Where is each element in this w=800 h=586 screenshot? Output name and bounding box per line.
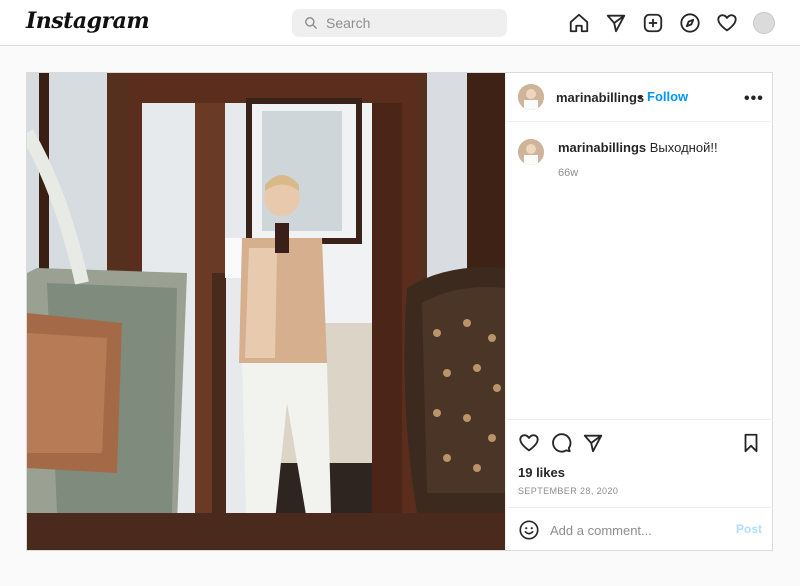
comment-bar: Post — [506, 507, 773, 550]
follow-button[interactable]: Follow — [647, 89, 688, 104]
caption-age: 66w — [558, 167, 579, 179]
profile-avatar-button[interactable] — [751, 10, 777, 36]
post-photo[interactable] — [27, 73, 505, 550]
comment-icon[interactable] — [550, 432, 572, 454]
direct-icon[interactable] — [603, 10, 629, 36]
instagram-logo[interactable]: Instagram — [26, 8, 150, 34]
bookmark-icon[interactable] — [740, 432, 762, 454]
user-avatar[interactable] — [518, 84, 544, 110]
share-icon[interactable] — [582, 432, 604, 454]
like-icon[interactable] — [518, 432, 540, 454]
explore-icon[interactable] — [677, 10, 703, 36]
search-box[interactable] — [292, 9, 507, 37]
caption-text: Выходной!! — [649, 140, 718, 155]
likes-count[interactable]: 19 likes — [518, 465, 565, 480]
home-icon[interactable] — [566, 10, 592, 36]
post-card: marinabillings • Follow ••• marinabillin… — [26, 72, 773, 551]
action-bar — [506, 419, 773, 459]
new-post-icon[interactable] — [640, 10, 666, 36]
post-header: marinabillings • Follow ••• — [506, 73, 773, 122]
comment-input[interactable] — [550, 520, 720, 540]
separator-dot: • — [638, 90, 643, 105]
post-caption: marinabillings Выходной!! — [558, 139, 763, 157]
post-comment-button[interactable]: Post — [736, 522, 762, 536]
search-icon — [305, 17, 317, 29]
search-input[interactable] — [326, 9, 501, 37]
top-nav: Instagram — [0, 0, 800, 46]
post-date[interactable]: SEPTEMBER 28, 2020 — [518, 486, 618, 496]
post-username[interactable]: marinabillings — [556, 90, 644, 105]
emoji-icon[interactable] — [518, 519, 540, 541]
mirror-selfie-image — [27, 73, 505, 550]
avatar — [753, 12, 775, 34]
caption-avatar[interactable] — [518, 139, 544, 165]
more-options-icon[interactable]: ••• — [744, 90, 764, 108]
caption-username[interactable]: marinabillings — [558, 140, 646, 155]
post-side-panel: marinabillings • Follow ••• marinabillin… — [505, 73, 773, 550]
heart-icon[interactable] — [714, 10, 740, 36]
